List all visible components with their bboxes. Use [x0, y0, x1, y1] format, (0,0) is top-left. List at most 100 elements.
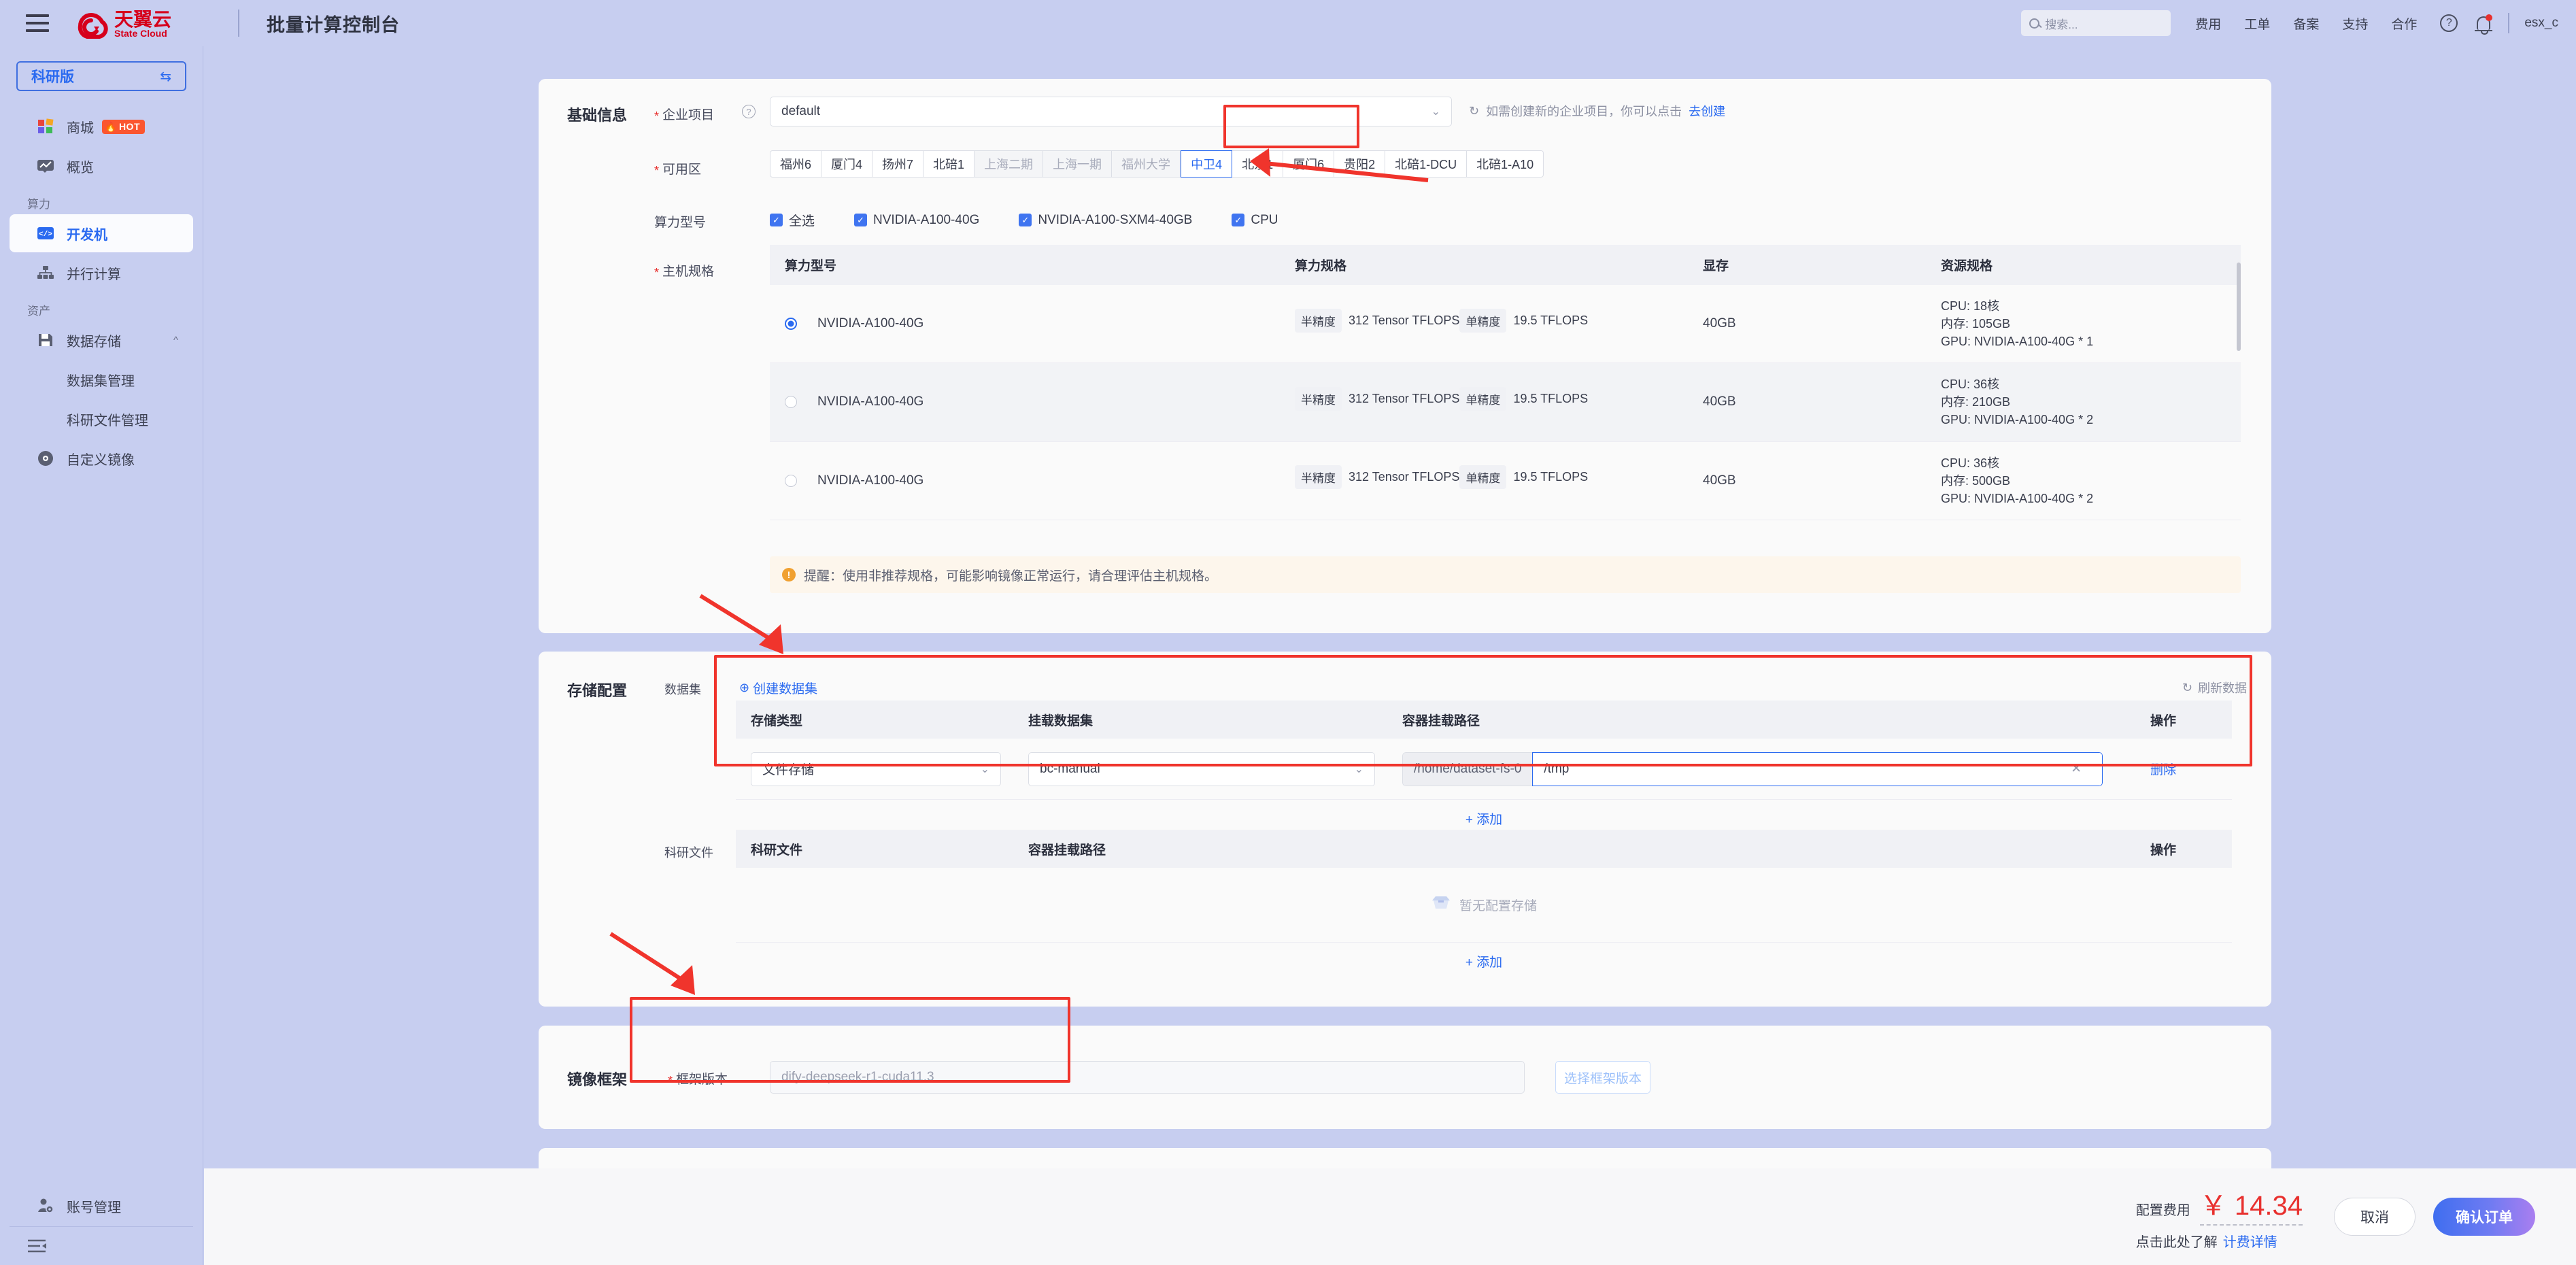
edition-switcher[interactable]: 科研版 ⇆: [16, 61, 186, 91]
checkbox[interactable]: [770, 214, 783, 226]
spec-perf-tag: 半精度: [1295, 309, 1342, 333]
spec-radio[interactable]: [785, 318, 797, 330]
zone-option-10[interactable]: 贵阳2: [1334, 150, 1385, 178]
notification-bell-icon[interactable]: [2477, 16, 2490, 30]
compute-type-option-2[interactable]: NVIDIA-A100-SXM4-40GB: [1019, 213, 1192, 228]
spec-table-row[interactable]: NVIDIA-A100-40G半精度312 Tensor TFLOPS单精度19…: [770, 285, 2241, 363]
sidebar-item-parallel-compute[interactable]: 并行计算: [10, 254, 193, 292]
host-spec-table-wrap[interactable]: 算力型号算力规格显存资源规格 NVIDIA-A100-40G半精度312 Ten…: [770, 245, 2241, 537]
help-icon[interactable]: ?: [2440, 14, 2458, 32]
zone-option-12[interactable]: 北碚1-A10: [1467, 150, 1544, 178]
spec-resource-line: GPU: NVIDIA-A100-40G * 2: [1941, 411, 2241, 428]
sidebar-item-dev-machine[interactable]: </> 开发机: [10, 214, 193, 252]
compute-type-option-0[interactable]: 全选: [770, 211, 815, 229]
label-framework-version: 框架版本: [668, 1069, 728, 1087]
topnav-item-partner[interactable]: 合作: [2391, 14, 2417, 33]
topnav-item-support[interactable]: 支持: [2342, 14, 2368, 33]
spec-resource-cell: CPU: 18核内存: 105GBGPU: NVIDIA-A100-40G * …: [1926, 285, 2241, 363]
zone-option-9[interactable]: 厦门6: [1283, 150, 1334, 178]
topnav-item-fee[interactable]: 费用: [2195, 14, 2221, 33]
create-dataset-link[interactable]: ⊕ 创建数据集: [739, 679, 817, 697]
confirm-order-button[interactable]: 确认订单: [2433, 1198, 2535, 1236]
checkbox[interactable]: [1019, 214, 1032, 226]
zone-option-1[interactable]: 厦门4: [821, 150, 872, 178]
spec-perf-tag: 单精度: [1459, 465, 1506, 489]
sidebar-item-overview[interactable]: 概览: [10, 147, 193, 185]
cancel-button[interactable]: 取消: [2334, 1198, 2416, 1236]
zone-option-3[interactable]: 北碚1: [923, 150, 975, 178]
zone-option-8[interactable]: 北京1: [1232, 150, 1283, 178]
spec-resource-line: 内存: 105GB: [1941, 315, 2241, 333]
mount-dataset-select[interactable]: bc-manual ⌄: [1028, 752, 1375, 786]
storage-type-select[interactable]: 文件存储 ⌄: [751, 752, 1001, 786]
zone-option-11[interactable]: 北碚1-DCU: [1385, 150, 1467, 178]
page-title: 批量计算控制台: [267, 10, 400, 37]
add-research-file-link[interactable]: + 添加: [736, 943, 2232, 983]
compute-type-option-3[interactable]: CPU: [1232, 213, 1278, 228]
create-project-link[interactable]: 去创建: [1689, 102, 1725, 120]
col-research-file: 科研文件: [736, 840, 1028, 858]
container-path-field[interactable]: /home/dataset-fs-0 /tmp ✕: [1402, 752, 2103, 786]
availability-zone-group[interactable]: 福州6厦门4扬州7北碚1上海二期上海一期福州大学中卫4北京1厦门6贵阳2北碚1-…: [770, 150, 1544, 178]
table-scrollbar[interactable]: [2237, 263, 2241, 351]
form-scroll-area[interactable]: 基础信息 企业项目 ? default ⌄ ↻ 如需创建新的企业项目，你可以点击…: [204, 46, 2576, 1215]
zone-option-7[interactable]: 中卫4: [1181, 150, 1232, 178]
section-title-storage: 存储配置: [567, 679, 627, 701]
menu-toggle-icon[interactable]: [26, 14, 49, 32]
refresh-icon[interactable]: ↻: [1469, 104, 1479, 118]
zone-option-2[interactable]: 扬州7: [872, 150, 923, 178]
sidebar-item-label: 账号管理: [67, 1196, 121, 1216]
spec-col-header-1: 算力规格: [1280, 245, 1688, 285]
sidebar-item-data-storage[interactable]: 数据存储 ^: [10, 321, 193, 359]
delete-row-link[interactable]: 删除: [2150, 763, 2176, 777]
zone-option-5[interactable]: 上海一期: [1043, 150, 1112, 178]
refresh-data-link[interactable]: ↻ 刷新数据: [2182, 679, 2247, 696]
container-path-prefix: /home/dataset-fs-0: [1402, 752, 1532, 786]
select-framework-version-button[interactable]: 选择框架版本: [1555, 1061, 1650, 1094]
sidebar-item-custom-image[interactable]: 自定义镜像: [10, 439, 193, 477]
clear-x-icon[interactable]: ✕: [2071, 761, 2082, 777]
compute-type-checkbox-group[interactable]: 全选 NVIDIA-A100-40G NVIDIA-A100-SXM4-40GB CP…: [770, 211, 1317, 229]
billing-details-link[interactable]: 计费详情: [2223, 1231, 2277, 1251]
brand-logo[interactable]: 天翼云 State Cloud: [75, 5, 211, 41]
user-account-label[interactable]: esx_c: [2524, 16, 2558, 31]
spec-perf-value: 312 Tensor TFLOPS: [1349, 470, 1459, 484]
sidebar-item-store[interactable]: 商城 🔥 HOT: [10, 107, 193, 146]
sidebar-item-account-mgmt[interactable]: 账号管理: [10, 1187, 193, 1225]
spec-table-row[interactable]: NVIDIA-A100-40G半精度312 Tensor TFLOPS单精度19…: [770, 441, 2241, 520]
zone-option-0[interactable]: 福州6: [770, 150, 821, 178]
question-circle-icon[interactable]: ?: [742, 105, 756, 118]
checkbox[interactable]: [854, 214, 867, 226]
framework-version-value: dify-deepseek-r1-cuda11.3: [781, 1070, 934, 1085]
container-path-input[interactable]: /tmp ✕: [1532, 752, 2103, 786]
swap-icon: ⇆: [160, 68, 171, 85]
enterprise-project-select[interactable]: default ⌄: [770, 97, 1452, 126]
search-input[interactable]: 搜索...: [2021, 10, 2171, 36]
label-availability-zone: 可用区: [654, 159, 701, 178]
edition-label: 科研版: [31, 66, 74, 86]
topnav-item-record[interactable]: 备案: [2293, 14, 2319, 33]
spec-warning-notice: ! 提醒：使用非推荐规格，可能影响镜像正常运行，请合理评估主机规格。: [770, 556, 2241, 593]
checkbox[interactable]: [1232, 214, 1244, 226]
price-summary: 配置费用 ￥ 14.34 点击此处了解 计费详情: [2136, 1183, 2303, 1251]
spec-table-row[interactable]: NVIDIA-A100-40G半精度312 Tensor TFLOPS单精度19…: [770, 363, 2241, 441]
sidebar-item-research-file-mgmt[interactable]: 科研文件管理: [10, 400, 193, 438]
sidebar-item-label: 并行计算: [67, 263, 121, 283]
compute-type-option-1[interactable]: NVIDIA-A100-40G: [854, 213, 979, 228]
zone-option-4[interactable]: 上海二期: [975, 150, 1043, 178]
section-title-basic: 基础信息: [567, 103, 627, 125]
svg-text:天翼云: 天翼云: [114, 9, 171, 30]
framework-version-input[interactable]: dify-deepseek-r1-cuda11.3: [770, 1061, 1525, 1094]
zone-option-6[interactable]: 福州大学: [1112, 150, 1181, 178]
user-gear-icon: [37, 1197, 54, 1215]
spec-resource-line: 内存: 210GB: [1941, 393, 2241, 411]
sidebar-item-dataset-mgmt[interactable]: 数据集管理: [10, 360, 193, 399]
col-mount-dataset: 挂载数据集: [1028, 711, 1402, 729]
enterprise-project-hint: ↻ 如需创建新的企业项目，你可以点击 去创建: [1469, 102, 1725, 120]
price-row: 配置费用 ￥ 14.34: [2136, 1183, 2303, 1226]
sidebar-item-label: 科研文件管理: [67, 409, 148, 429]
topnav-item-ticket[interactable]: 工单: [2244, 14, 2270, 33]
collapse-sidebar-icon[interactable]: [0, 1227, 203, 1265]
spec-radio[interactable]: [785, 396, 797, 408]
spec-radio[interactable]: [785, 475, 797, 487]
